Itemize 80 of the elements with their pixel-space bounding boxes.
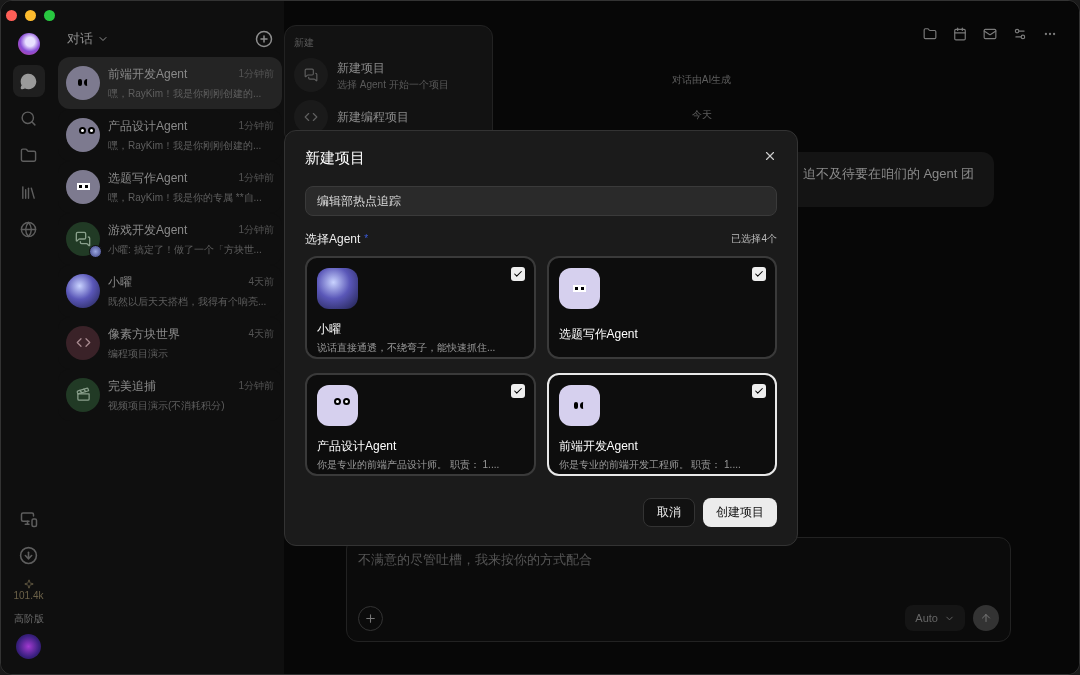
arrow-up-icon [980,612,992,624]
agent-checkbox[interactable] [752,383,766,398]
agent-name: 产品设计Agent [317,437,398,455]
conversation-time: 4天前 [248,275,274,289]
conversation-preview: 编程项目演示 [108,346,169,361]
agent-name: 选题写作Agent [558,325,639,343]
add-icon[interactable] [255,29,273,48]
photo-placeholder [317,267,358,309]
devices-icon[interactable] [19,510,38,528]
create-project-button[interactable]: 创建项目 [703,497,777,527]
calendar-icon[interactable] [953,27,967,41]
plus-icon [364,611,377,625]
avatar [66,325,100,360]
check-icon [754,385,764,396]
check-icon [512,385,523,396]
credits-count: 101.4k [13,591,44,601]
agent-checkbox[interactable] [752,266,766,281]
conversation-preview: 既然以后天天搭档，我得有个响亮... [108,294,268,309]
model-dropdown[interactable]: Auto [905,605,965,631]
agent-card[interactable]: 产品设计Agent 你是专业的前端产品设计师。 职责： 1.... [305,372,536,476]
minimize-window-icon[interactable] [25,10,36,21]
project-name-field[interactable]: 编辑部热点追踪 [305,185,777,216]
agent-name: 小曜 [317,320,342,338]
menu-item-title: 新建编程项目 [337,109,409,126]
avatar [558,384,600,426]
agent-card[interactable]: 选题写作Agent [546,255,777,359]
agents-label: 选择Agent [305,230,361,248]
maximize-window-icon[interactable] [44,10,55,21]
agent-description: 你是专业的前端开发工程师。 职责： 1.... [558,457,742,472]
check-icon [512,268,523,279]
conversation-preview: 视频项目演示(不消耗积分) [108,398,226,413]
avatar [66,377,100,412]
required-mark: * [364,232,369,246]
avatar [317,384,358,426]
conversation-name: 选题写作Agent [108,169,188,187]
mail-icon[interactable] [983,27,997,41]
folder-icon[interactable] [923,27,937,41]
plan-label[interactable]: 高阶版 [13,611,44,626]
menu-item-title: 新建项目 [337,59,386,77]
conversation-name: 产品设计Agent [108,117,188,135]
close-window-icon[interactable] [6,10,17,21]
avatar [66,65,100,100]
chat-icon [294,58,328,92]
user-avatar[interactable] [16,634,41,659]
app-logo-icon[interactable] [17,33,40,55]
conversation-name: 前端开发Agent [108,65,188,83]
cancel-button[interactable]: 取消 [643,497,695,527]
date-divider: 今天 [691,108,712,122]
agent-checkbox[interactable] [510,383,525,398]
conversation-preview: 嘿，RayKim！我是你刚刚创建的... [108,138,263,153]
menu-heading: 新建 [294,36,315,50]
ai-notice: 对话由AI生成 [671,73,732,87]
agent-name: 前端开发Agent [558,437,639,455]
avatar [66,117,100,152]
conversations-dropdown[interactable]: 对话 [67,29,109,49]
dialog-title: 新建项目 [305,148,365,168]
conversation-name: 游戏开发Agent [108,221,188,239]
agent-description: 说话直接通透，不绕弯子，能快速抓住... [317,340,497,355]
selected-count: 已选择4个 [731,232,777,246]
agent-card[interactable]: 前端开发Agent 你是专业的前端开发工程师。 职责： 1.... [546,372,777,476]
avatar [66,221,100,256]
photo-placeholder [66,273,100,308]
conversation-name: 小曜 [108,273,132,291]
chat-icon[interactable] [12,65,45,97]
conversation-name: 完美追捕 [108,377,156,395]
message-input[interactable]: 不满意的尽管吐槽，我来按你的方式配合 Auto [346,537,1011,642]
settings-icon[interactable] [1013,27,1027,41]
send-button[interactable] [973,605,999,631]
conversation-name: 像素方块世界 [108,325,180,343]
input-placeholder: 不满意的尽管吐槽，我来按你的方式配合 [358,551,593,569]
agent-checkbox[interactable] [510,266,525,281]
check-icon [754,268,764,279]
conversation-time: 4天前 [248,327,274,341]
conversation-preview: 嘿，RayKim！我是你的专属 **自... [108,190,263,205]
sparkle-icon [23,579,34,589]
download-icon[interactable] [19,546,38,565]
avatar [558,267,600,309]
agent-description: 你是专业的前端产品设计师。 职责： 1.... [317,457,501,472]
avatar [66,169,100,204]
agent-card[interactable]: 小曜 说话直接通透，不绕弯子，能快速抓住... [305,255,536,359]
